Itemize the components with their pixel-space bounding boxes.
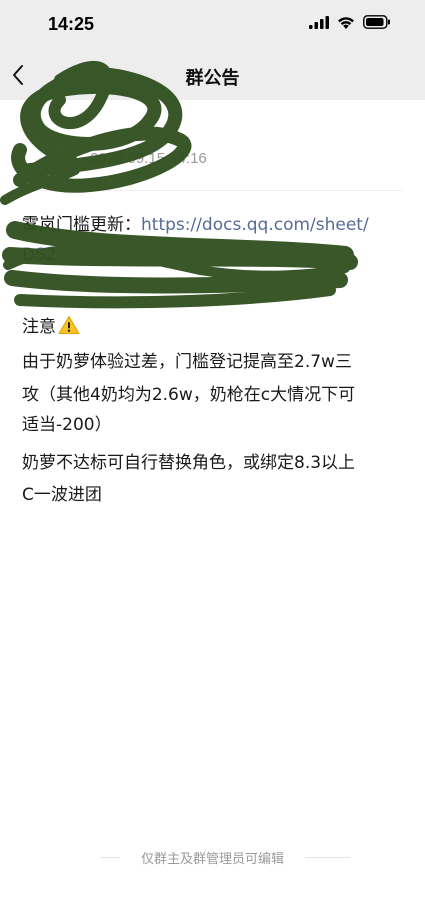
status-icons	[309, 15, 391, 29]
note-heading-line: 注意	[22, 312, 80, 342]
paragraph2-line: C一波进团	[22, 485, 102, 505]
divider	[22, 190, 402, 191]
footer-divider-right	[305, 857, 350, 858]
status-bar: 14:25	[0, 0, 425, 50]
link-line: 雾岚门槛更新：https://docs.qq.com/sheet/	[22, 210, 369, 240]
status-time: 14:25	[48, 14, 95, 34]
battery-icon	[363, 15, 390, 29]
warning-icon	[58, 316, 80, 334]
docs-link-continued[interactable]: DS2	[22, 240, 57, 270]
footer-note: 仅群主及群管理员可编辑	[140, 852, 284, 867]
page-title: 群公告	[185, 68, 240, 89]
paragraph2-line: 奶萝不达标可自行替换角色，或绑定8.3以上	[22, 453, 356, 473]
note-heading: 注意	[22, 317, 56, 337]
signal-icon	[309, 15, 329, 29]
post-timestamp: 2020.09.15 14:16	[90, 150, 207, 167]
docs-link[interactable]: https://docs.qq.com/sheet/	[141, 215, 369, 235]
paragraph1-line: 由于奶萝体验过差，门槛登记提高至2.7w三	[22, 352, 352, 372]
nav-bar: 群公告	[0, 50, 425, 100]
wifi-icon	[338, 16, 354, 29]
paragraph1-line: 适当-200）	[22, 415, 112, 435]
link-label: 雾岚门槛更新：	[22, 215, 141, 235]
paragraph1-line: 攻（其他4奶均为2.6w，奶枪在c大情况下可	[22, 385, 356, 405]
